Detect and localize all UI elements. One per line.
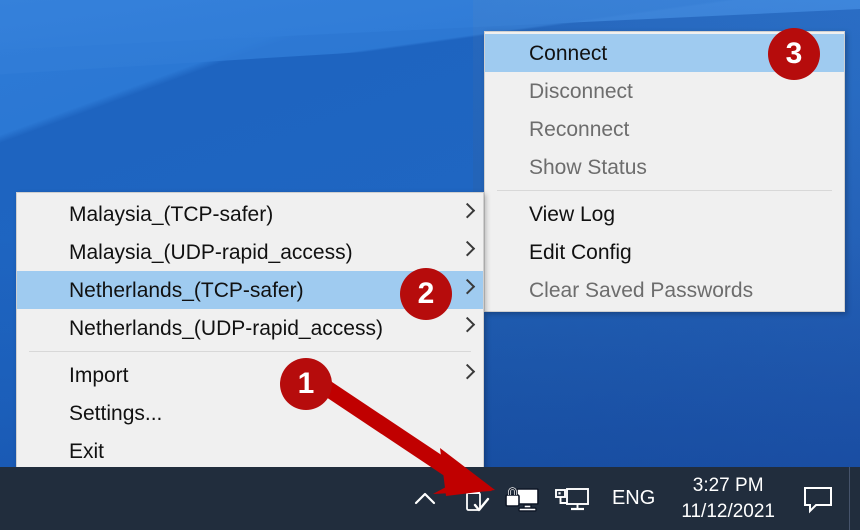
- menu-item-label: View Log: [529, 202, 616, 226]
- taskbar: ENG 3:27 PM 11/12/2021: [0, 467, 860, 530]
- menu-item-label: Reconnect: [529, 117, 630, 141]
- input-language-button[interactable]: ENG: [598, 467, 669, 530]
- menu-separator: [29, 351, 471, 352]
- step-badge-3: 3: [768, 28, 820, 80]
- clock-date: 11/12/2021: [681, 500, 775, 522]
- menu-item-label: Settings...: [69, 401, 163, 425]
- input-language-label: ENG: [611, 487, 656, 509]
- submenu-item-show-status: Show Status: [485, 148, 844, 186]
- submenu-chevron-icon: [459, 316, 476, 333]
- menu-item-settings[interactable]: Settings...: [17, 394, 483, 432]
- submenu-item-view-log[interactable]: View Log: [485, 195, 844, 233]
- openvpn-gui-tray-button[interactable]: [498, 467, 546, 530]
- openvpn-gui-tray-icon: [505, 486, 539, 512]
- menu-item-label: Malaysia_(TCP-safer): [69, 202, 274, 226]
- step-badge-1: 1: [280, 358, 332, 410]
- submenu-chevron-icon: [459, 240, 476, 257]
- menu-item-malaysia-tcp-safer[interactable]: Malaysia_(TCP-safer): [17, 195, 483, 233]
- submenu-item-clear-saved-passwords: Clear Saved Passwords: [485, 271, 844, 309]
- system-tray: ENG 3:27 PM 11/12/2021: [396, 467, 860, 530]
- menu-item-malaysia-udp-rapid-access[interactable]: Malaysia_(UDP-rapid_access): [17, 233, 483, 271]
- menu-item-label: Edit Config: [529, 240, 632, 264]
- submenu-chevron-icon: [459, 278, 476, 295]
- network-connection-icon: [555, 487, 589, 510]
- menu-item-label: Exit: [69, 439, 105, 463]
- openvpn-tray-menu[interactable]: Malaysia_(TCP-safer) Malaysia_(UDP-rapid_…: [16, 192, 484, 473]
- menu-item-label: Import: [69, 363, 129, 387]
- menu-item-label: Clear Saved Passwords: [529, 278, 754, 302]
- menu-item-label: Connect: [529, 41, 608, 65]
- menu-item-label: Netherlands_(TCP-safer): [69, 278, 304, 302]
- safely-remove-hardware-button[interactable]: [454, 467, 498, 530]
- show-hidden-icons-button[interactable]: [396, 467, 454, 530]
- chevron-up-icon: [414, 492, 436, 504]
- submenu-item-reconnect: Reconnect: [485, 110, 844, 148]
- network-connection-button[interactable]: [546, 467, 598, 530]
- submenu-chevron-icon: [459, 363, 476, 380]
- action-center-button[interactable]: [787, 467, 849, 530]
- clock-button[interactable]: 3:27 PM 11/12/2021: [669, 467, 787, 530]
- safely-remove-hardware-icon: [466, 484, 490, 511]
- menu-item-label: Show Status: [529, 155, 647, 179]
- clock-time: 3:27 PM: [692, 474, 764, 496]
- menu-separator: [497, 190, 832, 191]
- step-badge-2: 2: [400, 268, 452, 320]
- submenu-chevron-icon: [459, 202, 476, 219]
- menu-item-import[interactable]: Import: [17, 356, 483, 394]
- show-desktop-button[interactable]: [849, 467, 860, 530]
- submenu-item-edit-config[interactable]: Edit Config: [485, 233, 844, 271]
- menu-item-label: Malaysia_(UDP-rapid_access): [69, 240, 353, 264]
- action-center-icon: [804, 486, 832, 513]
- menu-item-label: Netherlands_(UDP-rapid_access): [69, 316, 383, 340]
- menu-item-label: Disconnect: [529, 79, 633, 103]
- menu-item-exit[interactable]: Exit: [17, 432, 483, 470]
